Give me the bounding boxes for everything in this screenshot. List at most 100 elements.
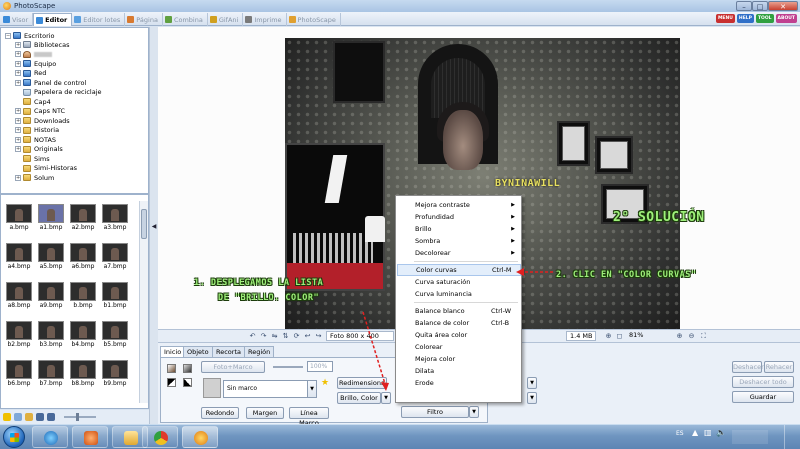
tree-item[interactable]: + NOTAS: [15, 135, 56, 144]
collapse-arrow-icon[interactable]: ◀: [151, 220, 157, 234]
thumbnail-scrollbar[interactable]: [139, 201, 148, 403]
thumbnail-item[interactable]: b1.bmp: [101, 281, 129, 316]
network-icon[interactable]: ▥: [704, 428, 712, 437]
thumbnail-item[interactable]: a.bmp: [5, 203, 33, 238]
scrollbar-thumb[interactable]: [141, 209, 147, 239]
margen-button[interactable]: Margen: [246, 407, 284, 419]
dropdown-arrow-icon[interactable]: ▼: [527, 377, 537, 389]
tab-region[interactable]: Región: [244, 346, 275, 357]
taskbar-chrome-icon[interactable]: [142, 426, 178, 448]
thumbnail-item[interactable]: a1.bmp: [37, 203, 65, 238]
thumbnail-item[interactable]: b2.bmp: [5, 320, 33, 355]
tree-item[interactable]: + Equipo: [15, 59, 56, 68]
deshacer-button[interactable]: Deshacer: [732, 361, 764, 373]
favorite-star-icon[interactable]: [3, 413, 11, 421]
thumbnail-item[interactable]: b7.bmp: [37, 359, 65, 394]
expand-icon[interactable]: +: [15, 60, 21, 67]
tree-item[interactable]: + Historia: [15, 126, 59, 135]
favorite-frame-star-icon[interactable]: ★: [321, 378, 329, 388]
expand-icon[interactable]: +: [15, 117, 21, 124]
rotate-left-icon[interactable]: ↶: [248, 332, 257, 340]
redo-arrow-icon[interactable]: ↪: [314, 332, 323, 340]
language-indicator[interactable]: ES: [676, 430, 684, 437]
thumbnail-item[interactable]: a3.bmp: [101, 203, 129, 238]
close-button[interactable]: ✕: [768, 1, 798, 11]
frame-style-icon[interactable]: [183, 378, 192, 387]
dropdown-arrow-icon[interactable]: ▼: [307, 381, 316, 397]
menu-item-brillo[interactable]: Brillo ▶: [397, 223, 521, 235]
thumbnail-item[interactable]: a8.bmp: [5, 281, 33, 316]
expand-icon[interactable]: +: [15, 136, 21, 143]
undo-arrow-icon[interactable]: ↩: [303, 332, 312, 340]
menu-item-mejora-color[interactable]: Mejora color: [397, 353, 521, 365]
maximize-button[interactable]: □: [752, 1, 768, 11]
menu-item-quita-área-color[interactable]: Quita área color: [397, 329, 521, 341]
tool-button[interactable]: TOOL: [755, 14, 774, 23]
fullscreen-icon[interactable]: ⛶: [699, 332, 708, 340]
panel-splitter[interactable]: ◀: [149, 27, 158, 424]
zoom-in-icon[interactable]: ⊕: [675, 332, 684, 340]
taskbar-photoscape-icon[interactable]: [182, 426, 218, 448]
tab-visor[interactable]: Visor: [1, 13, 34, 26]
expand-icon[interactable]: +: [15, 127, 21, 133]
tree-item[interactable]: + Red: [15, 69, 46, 78]
tree-item[interactable]: + Bibliotecas: [15, 40, 69, 49]
tree-item[interactable]: +: [15, 50, 52, 59]
menu-button[interactable]: MENU: [715, 14, 735, 23]
menu-item-mejora-contraste[interactable]: Mejora contraste ▶: [397, 199, 521, 211]
thumbnail-item[interactable]: a2.bmp: [69, 203, 97, 238]
menu-item-balance-de-color[interactable]: Balance de color Ctrl-B: [397, 317, 521, 329]
redondo-button[interactable]: Redondo: [201, 407, 239, 419]
expand-icon[interactable]: +: [15, 146, 21, 152]
expand-icon[interactable]: +: [15, 108, 21, 114]
thumbnail-item[interactable]: a9.bmp: [37, 281, 65, 316]
tab-recorta[interactable]: Recorta: [212, 346, 245, 357]
menu-item-sombra[interactable]: Sombra ▶: [397, 235, 521, 247]
tree-item[interactable]: Sims: [15, 154, 50, 163]
thumbnail-item[interactable]: b6.bmp: [5, 359, 33, 394]
rotate-right-icon[interactable]: ↷: [259, 332, 268, 340]
frame-style-icon[interactable]: [167, 378, 176, 387]
tab-combina[interactable]: Combina: [163, 13, 208, 26]
expand-icon[interactable]: +: [15, 174, 21, 181]
filtro-dropdown[interactable]: ▼: [469, 406, 479, 418]
thumbnail-item[interactable]: b4.bmp: [69, 320, 97, 355]
menu-item-erode[interactable]: Erode: [397, 377, 521, 389]
expand-icon[interactable]: +: [15, 70, 21, 76]
tab-editor[interactable]: Editor: [33, 13, 73, 26]
tree-item[interactable]: + Caps NTC: [15, 107, 65, 116]
menu-item-dilata[interactable]: Dilata: [397, 365, 521, 377]
menu-item-curva-saturación[interactable]: Curva saturación: [397, 276, 521, 288]
expand-icon[interactable]: +: [15, 51, 21, 57]
menu-item-color-curvas[interactable]: Color curvas Ctrl-M: [397, 264, 521, 276]
collapse-icon[interactable]: −: [5, 32, 11, 39]
tab-photoscape[interactable]: PhotoScape: [287, 13, 341, 26]
thumbnail-item[interactable]: a6.bmp: [69, 242, 97, 277]
refresh-icon[interactable]: [14, 413, 22, 421]
flip-horizontal-icon[interactable]: ⇋: [270, 332, 279, 340]
foto-marco-button[interactable]: Foto+Marco: [201, 361, 265, 373]
linea-marco-button[interactable]: Línea Marco: [289, 407, 329, 427]
show-desktop-button[interactable]: [784, 425, 798, 449]
thumbnail-item[interactable]: b5.bmp: [101, 320, 129, 355]
menu-item-colorear[interactable]: Colorear: [397, 341, 521, 353]
tab-objeto[interactable]: Objeto: [183, 346, 213, 357]
guardar-button[interactable]: Guardar: [732, 391, 794, 403]
tree-item[interactable]: Cap4: [15, 97, 51, 106]
thumbnail-item[interactable]: b.bmp: [69, 281, 97, 316]
tree-item[interactable]: Papelera de reciclaje: [15, 88, 102, 97]
menu-item-profundidad[interactable]: Profundidad ▶: [397, 211, 521, 223]
thumbnail-size-slider[interactable]: [64, 413, 96, 421]
flip-vertical-icon[interactable]: ⇅: [281, 332, 290, 340]
percent-field[interactable]: 100%: [307, 361, 333, 372]
taskbar-ie-icon[interactable]: [32, 426, 68, 448]
volume-icon[interactable]: 🔈: [716, 428, 726, 437]
dropdown-arrow-icon[interactable]: ▼: [527, 392, 537, 404]
tree-item[interactable]: + Solum: [15, 173, 54, 182]
frame-style-icon[interactable]: [167, 364, 176, 373]
thumbnail-item[interactable]: b9.bmp: [101, 359, 129, 394]
tree-item[interactable]: + Downloads: [15, 116, 70, 125]
tree-root-escritorio[interactable]: − Escritorio: [5, 31, 55, 40]
menu-item-curva-luminancia[interactable]: Curva luminancia: [397, 288, 521, 300]
tree-item[interactable]: Simi-Historas: [15, 164, 77, 173]
